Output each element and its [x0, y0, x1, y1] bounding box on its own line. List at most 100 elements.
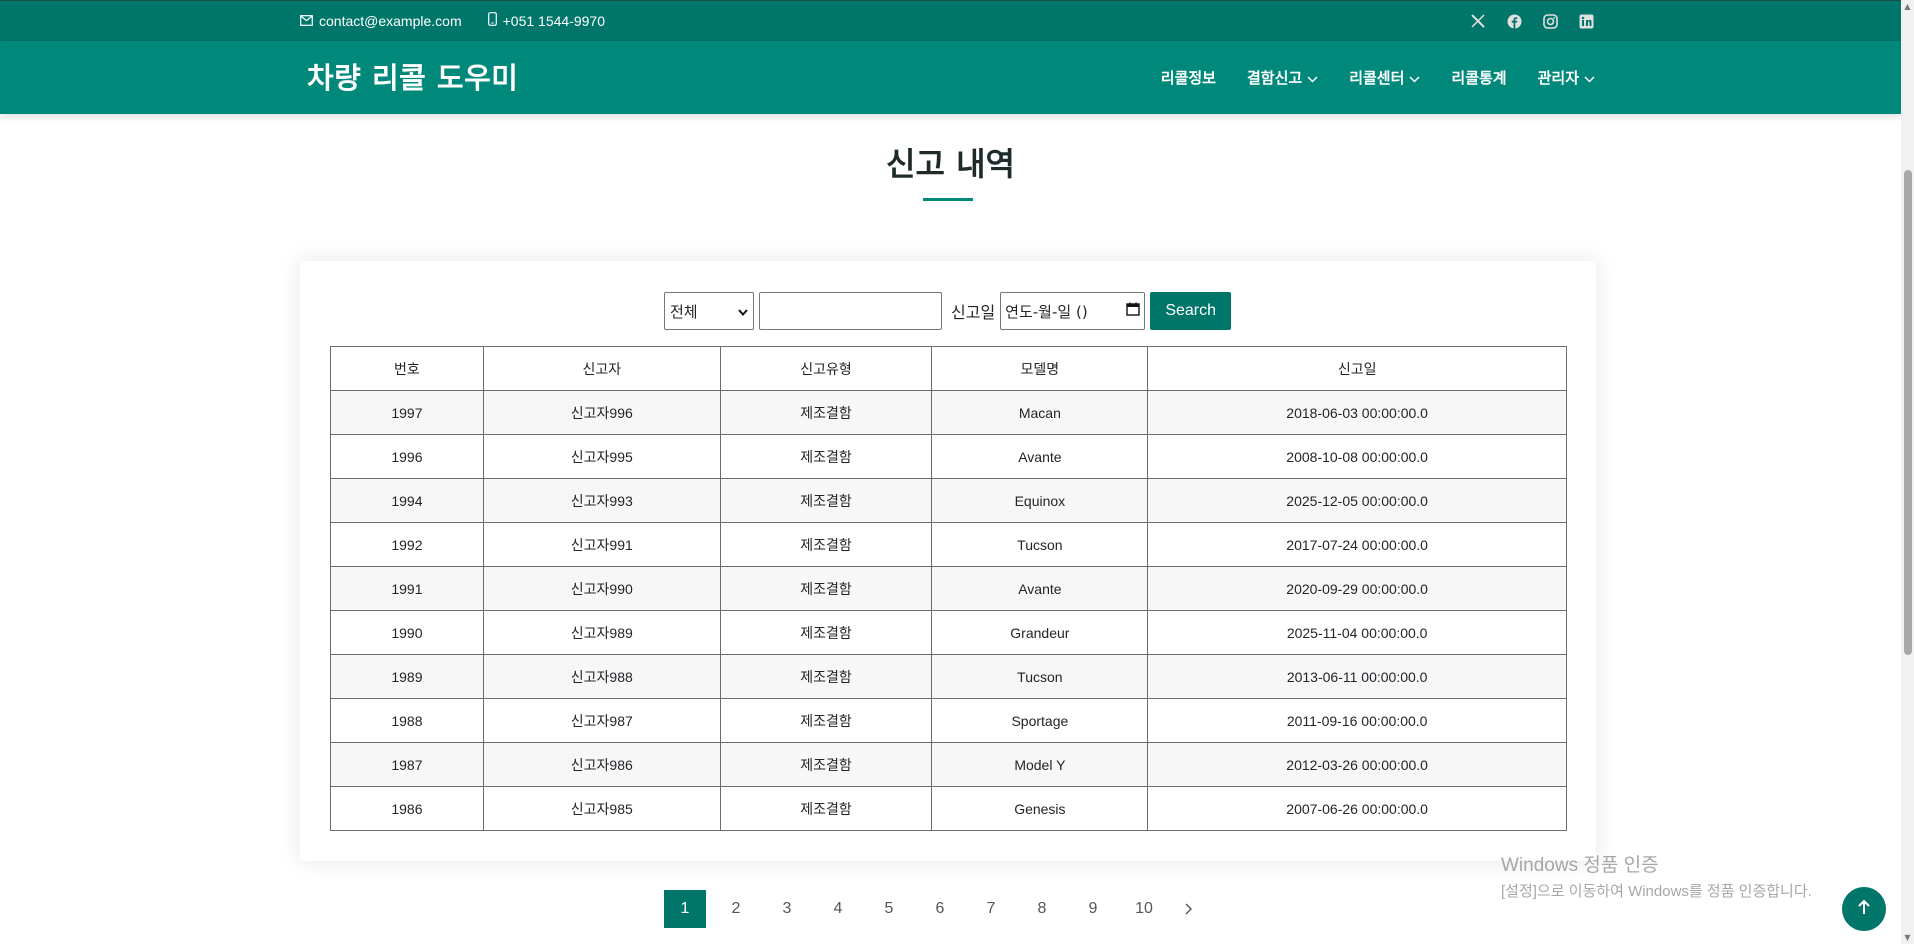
nav-item-recall-stats[interactable]: 리콜통계: [1451, 67, 1506, 88]
nav-label: 리콜센터: [1349, 69, 1405, 87]
table-row[interactable]: 1989 신고자988 제조결함 Tucson 2013-06-11 00:00:00.…: [330, 654, 1567, 699]
table-cell: 1996: [330, 434, 484, 479]
table-row[interactable]: 1988 신고자987 제조결함 Sportage 2011-09-16 00:00:0…: [330, 698, 1567, 743]
page-5-button[interactable]: 5: [868, 890, 910, 928]
table-cell: 제조결함: [719, 434, 933, 479]
table-cell: 2020-09-29 00:00:00.0: [1147, 566, 1567, 611]
table-cell: 신고자991: [482, 522, 721, 567]
table-row[interactable]: 1997 신고자996 제조결함 Macan 2018-06-03 00:00:00.0: [330, 390, 1567, 435]
nav-item-recall-center[interactable]: 리콜센터: [1349, 67, 1420, 88]
x-icon[interactable]: [1470, 13, 1486, 29]
table-cell: 제조결함: [719, 566, 933, 611]
table-row[interactable]: 1986 신고자985 제조결함 Genesis 2007-06-26 00:00:00…: [330, 786, 1567, 831]
main-header: 차량 리콜 도우미 리콜정보 결함신고 리콜센터 리콜통계 관리자: [0, 41, 1901, 114]
instagram-icon[interactable]: [1542, 13, 1558, 29]
envelope-icon: [300, 13, 313, 29]
table-cell: Tucson: [931, 654, 1149, 699]
back-to-top-button[interactable]: [1842, 887, 1886, 931]
table-row[interactable]: 1991 신고자990 제조결함 Avante 2020-09-29 00:00:00.…: [330, 566, 1567, 611]
keyword-input[interactable]: [759, 292, 942, 330]
table-cell: 1997: [330, 390, 484, 435]
table-cell: 신고자993: [482, 478, 721, 523]
table-cell: 제조결함: [719, 610, 933, 655]
page-9-button[interactable]: 9: [1072, 890, 1114, 928]
table-cell: 1988: [330, 698, 484, 743]
table-cell: 제조결함: [719, 478, 933, 523]
table-cell: 2007-06-26 00:00:00.0: [1147, 786, 1567, 831]
date-input[interactable]: 연도-월-일 (): [1000, 292, 1146, 330]
table-cell: Avante: [931, 434, 1149, 479]
facebook-icon[interactable]: [1506, 13, 1522, 29]
table-cell: Genesis: [931, 786, 1149, 831]
page-2-button[interactable]: 2: [715, 890, 757, 928]
calendar-icon[interactable]: [1126, 302, 1140, 320]
next-page-button[interactable]: [1174, 890, 1204, 928]
table-row[interactable]: 1994 신고자993 제조결함 Equinox 2025-12-05 00:00:00…: [330, 478, 1567, 523]
main-nav: 리콜정보 결함신고 리콜센터 리콜통계 관리자: [1161, 67, 1595, 88]
nav-item-defect-report[interactable]: 결함신고: [1247, 67, 1318, 88]
table-cell: 신고자985: [482, 786, 721, 831]
table-cell: 2012-03-26 00:00:00.0: [1147, 742, 1567, 787]
scroll-thumb[interactable]: [1904, 170, 1912, 655]
phone-text: +051 1544-9970: [502, 12, 605, 29]
phone-contact[interactable]: +051 1544-9970: [487, 12, 605, 29]
search-bar: 전체 신고일 연도-월-일 () Search: [664, 292, 1232, 330]
page-3-button[interactable]: 3: [766, 890, 808, 928]
contact-info: contact@example.com +051 1544-9970: [300, 12, 605, 29]
arrow-up-icon: [1857, 899, 1871, 919]
table-cell: Grandeur: [931, 610, 1149, 655]
table-cell: 2017-07-24 00:00:00.0: [1147, 522, 1567, 567]
column-header: 신고유형: [719, 346, 933, 391]
table-cell: 제조결함: [719, 742, 933, 787]
chevron-right-icon: [1185, 900, 1193, 919]
table-cell: 2011-09-16 00:00:00.0: [1147, 698, 1567, 743]
scroll-down-arrow-icon[interactable]: ▼: [1903, 933, 1912, 942]
page-4-button[interactable]: 4: [817, 890, 859, 928]
table-cell: 신고자996: [482, 390, 721, 435]
nav-item-admin[interactable]: 관리자: [1538, 67, 1595, 88]
column-header: 신고일: [1147, 346, 1567, 391]
linkedin-icon[interactable]: [1578, 13, 1594, 29]
nav-item-recall-info[interactable]: 리콜정보: [1161, 67, 1216, 88]
table-cell: 신고자987: [482, 698, 721, 743]
date-label: 신고일: [951, 303, 996, 322]
chevron-down-icon: [1307, 69, 1318, 87]
nav-label: 결함신고: [1246, 69, 1303, 87]
phone-icon: [487, 12, 497, 29]
page-scrollbar[interactable]: ▲ ▼: [1901, 0, 1914, 944]
site-logo[interactable]: 차량 리콜 도우미: [307, 55, 518, 97]
category-selected-value: 전체: [670, 302, 698, 321]
table-cell: Equinox: [931, 478, 1149, 523]
table-body: 1997 신고자996 제조결함 Macan 2018-06-03 00:00:00.0…: [330, 390, 1567, 831]
email-contact[interactable]: contact@example.com: [300, 13, 462, 29]
table-cell: 제조결함: [719, 390, 933, 435]
page-10-button[interactable]: 10: [1123, 890, 1165, 928]
table-cell: 제조결함: [719, 654, 933, 699]
column-header: 번호: [330, 346, 484, 391]
table-cell: 신고자986: [482, 742, 721, 787]
table-row[interactable]: 1990 신고자989 제조결함 Grandeur 2025-11-04 00:00:0…: [330, 610, 1567, 655]
table-cell: 2025-11-04 00:00:00.0: [1147, 610, 1567, 655]
nav-label: 리콜정보: [1160, 69, 1216, 87]
pagination: 1 2 3 4 5 6 7 8 9 10: [664, 890, 1204, 928]
table-row[interactable]: 1987 신고자986 제조결함 Model Y 2012-03-26 00:00:00…: [330, 742, 1567, 787]
table-cell: Macan: [931, 390, 1149, 435]
page-1-button[interactable]: 1: [664, 890, 706, 928]
nav-label: 관리자: [1537, 69, 1579, 87]
category-select[interactable]: 전체: [664, 292, 754, 330]
table-cell: 신고자990: [482, 566, 721, 611]
social-links: [1470, 13, 1594, 29]
page-6-button[interactable]: 6: [919, 890, 961, 928]
table-cell: 2025-12-05 00:00:00.0: [1147, 478, 1567, 523]
search-button[interactable]: Search: [1150, 292, 1232, 330]
page-8-button[interactable]: 8: [1021, 890, 1063, 928]
table-row[interactable]: 1996 신고자995 제조결함 Avante 2008-10-08 00:00:00.…: [330, 434, 1567, 479]
page-title: 신고 내역: [886, 145, 1015, 183]
table-cell: Avante: [931, 566, 1149, 611]
table-cell: 1994: [330, 478, 484, 523]
table-cell: Model Y: [931, 742, 1149, 787]
page-7-button[interactable]: 7: [970, 890, 1012, 928]
scroll-up-arrow-icon[interactable]: ▲: [1903, 2, 1912, 11]
top-bar: contact@example.com +051 1544-9970: [0, 0, 1901, 41]
table-row[interactable]: 1992 신고자991 제조결함 Tucson 2017-07-24 00:00:00.…: [330, 522, 1567, 567]
